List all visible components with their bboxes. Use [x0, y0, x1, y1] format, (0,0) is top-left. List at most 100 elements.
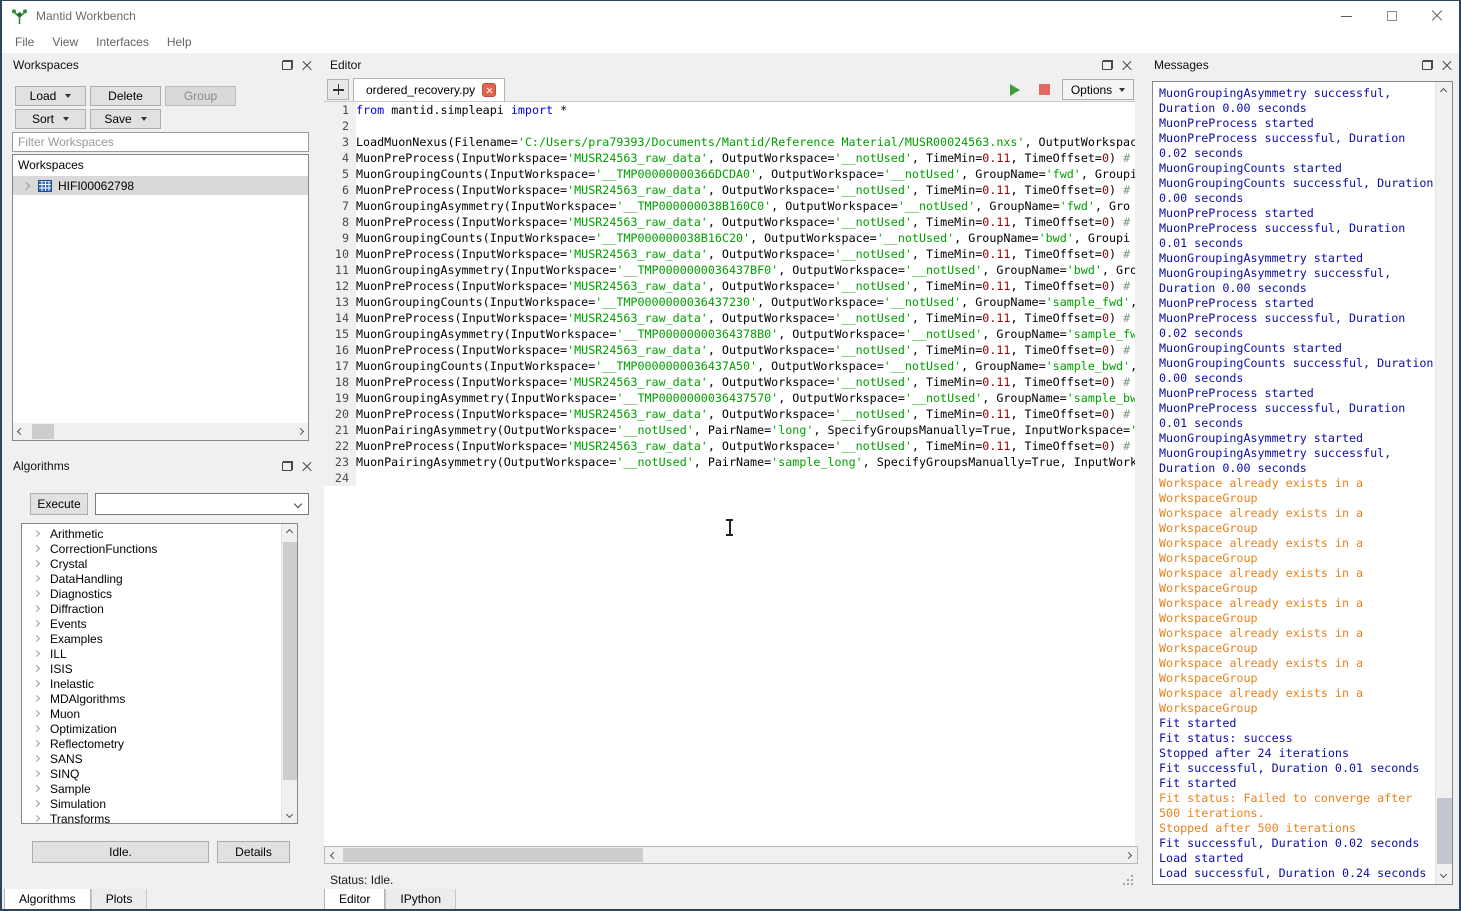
scroll-right-icon[interactable] [297, 428, 304, 435]
close-panel-icon[interactable] [302, 60, 312, 70]
code-line[interactable]: 7MuonGroupingAsymmetry(InputWorkspace='_… [324, 198, 1135, 214]
algorithm-category-simulation[interactable]: Simulation [22, 796, 280, 811]
menu-help[interactable]: Help [158, 32, 201, 52]
code-text[interactable]: LoadMuonNexus(Filename='C:/Users/pra7939… [356, 134, 1135, 150]
algorithm-category-diagnostics[interactable]: Diagnostics [22, 586, 280, 601]
code-line[interactable]: 16MuonPreProcess(InputWorkspace='MUSR245… [324, 342, 1135, 358]
editor-tab-ordered-recovery[interactable]: ordered_recovery.py [353, 78, 505, 101]
load-button[interactable]: Load [15, 86, 86, 106]
new-tab-button[interactable] [327, 79, 349, 100]
undock-icon[interactable] [282, 60, 293, 70]
code-text[interactable]: MuonGroupingAsymmetry(InputWorkspace='__… [356, 390, 1135, 406]
tab-editor[interactable]: Editor [324, 889, 385, 911]
algorithm-category-ill[interactable]: ILL [22, 646, 280, 661]
scroll-down-icon[interactable] [1440, 871, 1447, 878]
scroll-left-icon[interactable] [330, 852, 337, 859]
algorithm-progress-button[interactable]: Idle. [32, 841, 209, 863]
code-line[interactable]: 4MuonPreProcess(InputWorkspace='MUSR2456… [324, 150, 1135, 166]
code-text[interactable]: MuonGroupingAsymmetry(InputWorkspace='__… [356, 198, 1130, 214]
code-line[interactable]: 6MuonPreProcess(InputWorkspace='MUSR2456… [324, 182, 1135, 198]
algorithm-category-arithmetic[interactable]: Arithmetic [22, 526, 280, 541]
editor-horizontal-scrollbar[interactable] [324, 846, 1138, 864]
code-line[interactable]: 1from mantid.simpleapi import * [324, 102, 1135, 118]
minimize-button[interactable] [1324, 1, 1369, 31]
code-line[interactable]: 11MuonGroupingAsymmetry(InputWorkspace='… [324, 262, 1135, 278]
scrollbar-thumb[interactable] [32, 424, 54, 439]
tab-ipython[interactable]: IPython [385, 889, 456, 911]
code-line[interactable]: 17MuonGroupingCounts(InputWorkspace='__T… [324, 358, 1135, 374]
resize-grip[interactable] [1123, 875, 1133, 885]
code-line[interactable]: 23MuonPairingAsymmetry(OutputWorkspace='… [324, 454, 1135, 470]
code-line[interactable]: 8MuonPreProcess(InputWorkspace='MUSR2456… [324, 214, 1135, 230]
code-line[interactable]: 9MuonGroupingCounts(InputWorkspace='__TM… [324, 230, 1135, 246]
expand-chevron-icon[interactable] [22, 181, 30, 189]
workspaces-horizontal-scrollbar[interactable] [13, 423, 308, 440]
abort-script-button[interactable] [1033, 80, 1055, 100]
scrollbar-thumb[interactable] [283, 542, 297, 780]
tab-plots[interactable]: Plots [91, 889, 148, 911]
close-panel-icon[interactable] [302, 461, 312, 471]
code-text[interactable]: MuonPreProcess(InputWorkspace='MUSR24563… [356, 182, 1130, 198]
code-line[interactable]: 19MuonGroupingAsymmetry(InputWorkspace='… [324, 390, 1135, 406]
code-line[interactable]: 14MuonPreProcess(InputWorkspace='MUSR245… [324, 310, 1135, 326]
code-line[interactable]: 18MuonPreProcess(InputWorkspace='MUSR245… [324, 374, 1135, 390]
workspace-item[interactable]: HIFI00062798 [13, 176, 308, 195]
code-line[interactable]: 5MuonGroupingCounts(InputWorkspace='__TM… [324, 166, 1135, 182]
close-panel-icon[interactable] [1122, 60, 1132, 70]
code-text[interactable]: MuonPreProcess(InputWorkspace='MUSR24563… [356, 150, 1130, 166]
algorithm-category-isis[interactable]: ISIS [22, 661, 280, 676]
menu-interfaces[interactable]: Interfaces [87, 32, 158, 52]
algorithm-category-sinq[interactable]: SINQ [22, 766, 280, 781]
code-editor[interactable]: 1from mantid.simpleapi import *23LoadMuo… [324, 101, 1135, 846]
code-text[interactable]: MuonPreProcess(InputWorkspace='MUSR24563… [356, 406, 1130, 422]
algorithm-category-datahandling[interactable]: DataHandling [22, 571, 280, 586]
algorithm-category-transforms[interactable]: Transforms [22, 811, 280, 824]
algorithm-category-sans[interactable]: SANS [22, 751, 280, 766]
scroll-up-icon[interactable] [286, 529, 293, 536]
messages-vertical-scrollbar[interactable] [1435, 82, 1452, 884]
algorithm-category-reflectometry[interactable]: Reflectometry [22, 736, 280, 751]
code-text[interactable]: MuonPreProcess(InputWorkspace='MUSR24563… [356, 214, 1130, 230]
algorithm-search-combobox[interactable] [95, 493, 309, 515]
code-line[interactable]: 12MuonPreProcess(InputWorkspace='MUSR245… [324, 278, 1135, 294]
scrollbar-thumb[interactable] [1437, 798, 1452, 864]
algorithm-category-examples[interactable]: Examples [22, 631, 280, 646]
scroll-up-icon[interactable] [1440, 88, 1447, 95]
code-text[interactable]: MuonGroupingCounts(InputWorkspace='__TMP… [356, 166, 1135, 182]
code-text[interactable]: MuonPairingAsymmetry(OutputWorkspace='__… [356, 454, 1135, 470]
code-text[interactable]: MuonPreProcess(InputWorkspace='MUSR24563… [356, 310, 1130, 326]
code-line[interactable]: 2 [324, 118, 1135, 134]
code-line[interactable]: 22MuonPreProcess(InputWorkspace='MUSR245… [324, 438, 1135, 454]
code-text[interactable]: from mantid.simpleapi import * [356, 102, 567, 118]
close-panel-icon[interactable] [1442, 60, 1452, 70]
code-line[interactable]: 24 [324, 470, 1135, 486]
delete-button[interactable]: Delete [90, 86, 161, 106]
code-line[interactable]: 15MuonGroupingAsymmetry(InputWorkspace='… [324, 326, 1135, 342]
code-line[interactable]: 3LoadMuonNexus(Filename='C:/Users/pra793… [324, 134, 1135, 150]
code-text[interactable]: MuonPreProcess(InputWorkspace='MUSR24563… [356, 342, 1130, 358]
code-text[interactable]: MuonPreProcess(InputWorkspace='MUSR24563… [356, 278, 1130, 294]
scrollbar-thumb[interactable] [343, 848, 643, 862]
sort-button[interactable]: Sort [15, 109, 86, 129]
scroll-left-icon[interactable] [17, 428, 24, 435]
scroll-down-icon[interactable] [286, 811, 293, 818]
code-line[interactable]: 21MuonPairingAsymmetry(OutputWorkspace='… [324, 422, 1135, 438]
code-line[interactable]: 13MuonGroupingCounts(InputWorkspace='__T… [324, 294, 1135, 310]
group-button[interactable]: Group [165, 86, 236, 106]
close-button[interactable] [1414, 1, 1459, 31]
algorithm-category-diffraction[interactable]: Diffraction [22, 601, 280, 616]
code-text[interactable]: MuonGroupingAsymmetry(InputWorkspace='__… [356, 326, 1135, 342]
code-text[interactable]: MuonGroupingAsymmetry(InputWorkspace='__… [356, 262, 1135, 278]
code-line[interactable]: 10MuonPreProcess(InputWorkspace='MUSR245… [324, 246, 1135, 262]
algorithms-vertical-scrollbar[interactable] [281, 524, 297, 823]
algorithm-category-events[interactable]: Events [22, 616, 280, 631]
algorithm-category-correctionfunctions[interactable]: CorrectionFunctions [22, 541, 280, 556]
code-text[interactable]: MuonPreProcess(InputWorkspace='MUSR24563… [356, 246, 1130, 262]
close-tab-icon[interactable] [482, 83, 496, 97]
save-button[interactable]: Save [90, 109, 161, 129]
menu-file[interactable]: File [6, 32, 43, 52]
messages-log[interactable]: MuonGroupingAsymmetry successful,Duratio… [1152, 81, 1453, 885]
code-text[interactable]: MuonPreProcess(InputWorkspace='MUSR24563… [356, 374, 1130, 390]
algorithm-category-optimization[interactable]: Optimization [22, 721, 280, 736]
menu-view[interactable]: View [43, 32, 87, 52]
